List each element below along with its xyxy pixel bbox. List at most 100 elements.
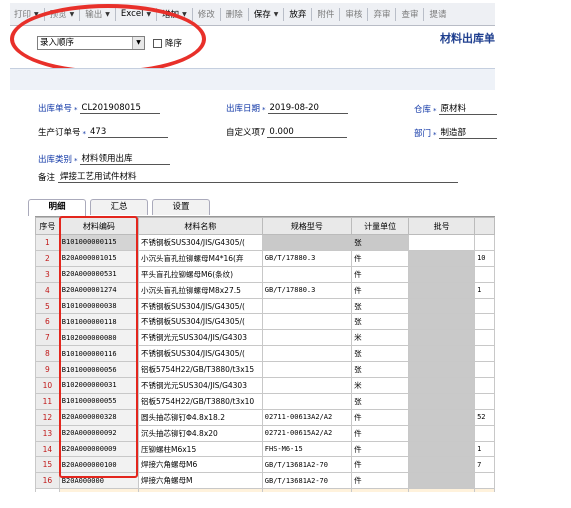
tab-detail[interactable]: 明细: [28, 199, 86, 216]
qty-cell[interactable]: [474, 361, 495, 379]
col-header-unit[interactable]: 计量单位: [351, 217, 410, 235]
remark-value[interactable]: 焊接工艺用试件材料: [58, 170, 459, 183]
toolbar-button-13[interactable]: 提请: [425, 3, 450, 25]
custom7-value[interactable]: 0.000: [267, 127, 348, 138]
row-seq-cell[interactable]: 3: [35, 265, 60, 283]
spec-cell[interactable]: GB/T/13681A2-70: [261, 472, 353, 490]
material-code-cell[interactable]: B101000000116: [58, 345, 140, 363]
unit-cell[interactable]: 件: [351, 408, 410, 426]
material-code-cell[interactable]: B101000000115: [58, 234, 140, 251]
unit-cell[interactable]: 张: [351, 234, 410, 251]
material-name-cell[interactable]: 不锈钢光元SUS304/JIS/G4303: [138, 329, 263, 347]
material-code-cell[interactable]: B20A000000092: [58, 424, 140, 442]
row-seq-cell[interactable]: 5: [35, 297, 60, 315]
row-seq-cell[interactable]: 8: [35, 345, 60, 363]
toolbar-button-7[interactable]: 保存 ▼: [250, 3, 283, 25]
batch-cell[interactable]: [408, 440, 476, 458]
qty-cell[interactable]: [474, 345, 495, 363]
batch-cell[interactable]: [408, 392, 476, 410]
material-name-cell[interactable]: 小沉头盲孔拉铆螺母M8x27.5: [138, 281, 263, 299]
batch-cell[interactable]: [408, 377, 476, 394]
spec-cell[interactable]: [261, 392, 353, 410]
unit-cell[interactable]: 件: [351, 424, 410, 442]
table-row[interactable]: 6 B101000000118 不锈钢板SUS304/JIS/G4305/(张: [35, 313, 495, 331]
unit-cell[interactable]: 张: [351, 297, 410, 315]
qty-cell[interactable]: 1: [474, 440, 495, 458]
table-row[interactable]: 3 B20A000000531 平头盲孔拉铆螺母M6(条纹) 件: [35, 265, 495, 283]
col-header-code[interactable]: 材料编码: [58, 217, 140, 235]
batch-cell[interactable]: [408, 313, 476, 331]
spec-cell[interactable]: [261, 377, 353, 394]
material-name-cell[interactable]: 不锈钢板SUS304/JIS/G4305/(: [138, 313, 263, 331]
material-code-cell[interactable]: B20A000000100: [58, 456, 140, 474]
material-name-cell[interactable]: 平头盲孔拉铆螺母M6(条纹): [138, 265, 263, 283]
row-seq-cell[interactable]: 9: [35, 361, 60, 379]
out-date-value[interactable]: 2019-08-20: [267, 103, 348, 114]
row-seq-cell[interactable]: 2: [35, 249, 60, 267]
material-code-cell[interactable]: B101000000118: [58, 313, 140, 331]
col-header-name[interactable]: 材料名称: [138, 217, 263, 235]
chevron-down-icon[interactable]: ▼: [274, 11, 279, 18]
spec-cell[interactable]: GB/T/17880.3: [261, 249, 353, 267]
row-seq-cell[interactable]: 12: [35, 408, 60, 426]
qty-cell[interactable]: [474, 265, 495, 283]
spec-cell[interactable]: 02711-00613A2/A2: [261, 408, 353, 426]
remark-field[interactable]: 备注 焊接工艺用试件材料: [38, 170, 459, 183]
qty-cell[interactable]: [474, 377, 495, 394]
material-code-cell[interactable]: B101000000055: [58, 392, 140, 410]
material-name-cell[interactable]: 不锈钢板SUS304/JIS/G4305/(: [138, 234, 263, 251]
table-row[interactable]: 11 B101000000055 铝板5754H22/GB/T3880/t3x10 张: [35, 392, 495, 410]
batch-cell[interactable]: [408, 234, 476, 251]
tab-settings[interactable]: 设置: [152, 199, 210, 215]
toolbar-button-11[interactable]: 弃审: [369, 3, 394, 25]
material-code-cell[interactable]: B102000000031: [58, 377, 140, 394]
unit-cell[interactable]: 张: [351, 345, 410, 363]
warehouse-value[interactable]: 原材料: [438, 102, 497, 115]
spec-cell[interactable]: GB/T/13681A2-70: [261, 456, 353, 474]
spec-cell[interactable]: [261, 265, 353, 283]
out-no-value[interactable]: CL201908015: [79, 103, 160, 114]
material-code-cell[interactable]: B20A000001015: [58, 249, 140, 267]
qty-cell[interactable]: [474, 392, 495, 410]
row-seq-cell[interactable]: 6: [35, 313, 60, 331]
unit-cell[interactable]: 件: [351, 249, 410, 267]
category-value[interactable]: 材料领用出库: [79, 152, 170, 165]
unit-cell[interactable]: 张: [351, 392, 410, 410]
qty-cell[interactable]: [474, 329, 495, 347]
row-seq-cell[interactable]: 7: [35, 329, 60, 347]
material-name-cell[interactable]: 圆头抽芯铆钉Φ4.8x18.2: [138, 408, 263, 426]
unit-cell[interactable]: 件: [351, 281, 410, 299]
material-name-cell[interactable]: 不锈钢板SUS304/JIS/G4305/(: [138, 297, 263, 315]
table-row[interactable]: 8 B101000000116 不锈钢板SUS304/JIS/G4305/(张: [35, 345, 495, 363]
table-row[interactable]: 14 B20A000000009 压铆螺柱M6x15 FHS-M6-15 件 1: [35, 440, 495, 458]
table-row[interactable]: 13 B20A000000092 沉头抽芯铆钉Φ4.8x20 02721-00615A…: [35, 424, 495, 442]
table-row[interactable]: 7 B102000000080 不锈钢光元SUS304/JIS/G4303 米: [35, 329, 495, 347]
toolbar-button-10[interactable]: 审核: [341, 3, 366, 25]
batch-cell[interactable]: [408, 456, 476, 474]
row-seq-cell[interactable]: 1: [35, 234, 60, 251]
qty-cell[interactable]: 10: [474, 249, 495, 267]
batch-cell[interactable]: [408, 424, 476, 442]
table-row[interactable]: 5 B101000000038 不锈钢板SUS304/JIS/G4305/(张: [35, 297, 495, 315]
table-row[interactable]: 2 B20A000001015 小沉头盲孔拉铆螺母M4*16(弃 GB/T/17880…: [35, 249, 495, 267]
material-code-cell[interactable]: B102000000080: [58, 329, 140, 347]
material-code-cell[interactable]: B20A000000328: [58, 408, 140, 426]
warehouse-field[interactable]: 仓库 * 原材料: [414, 102, 497, 115]
table-row[interactable]: 10 B102000000031 不锈钢光元SUS304/JIS/G4303 米: [35, 377, 495, 394]
spec-cell[interactable]: [261, 297, 353, 315]
row-seq-cell[interactable]: 10: [35, 377, 60, 394]
batch-cell[interactable]: [408, 361, 476, 379]
spec-cell[interactable]: [261, 329, 353, 347]
material-name-cell[interactable]: 沉头抽芯铆钉Φ4.8x20: [138, 424, 263, 442]
unit-cell[interactable]: 件: [351, 472, 410, 490]
batch-cell[interactable]: [408, 329, 476, 347]
custom7-field[interactable]: 自定义项7 0.000: [226, 126, 348, 138]
row-seq-cell[interactable]: 14: [35, 440, 60, 458]
qty-cell[interactable]: [474, 297, 495, 315]
unit-cell[interactable]: 件: [351, 440, 410, 458]
row-seq-cell[interactable]: 11: [35, 392, 60, 410]
material-code-cell[interactable]: B20A000000531: [58, 265, 140, 283]
toolbar-button-5[interactable]: 修改: [194, 3, 219, 25]
spec-cell[interactable]: [261, 313, 353, 331]
row-seq-cell[interactable]: 4: [35, 281, 60, 299]
